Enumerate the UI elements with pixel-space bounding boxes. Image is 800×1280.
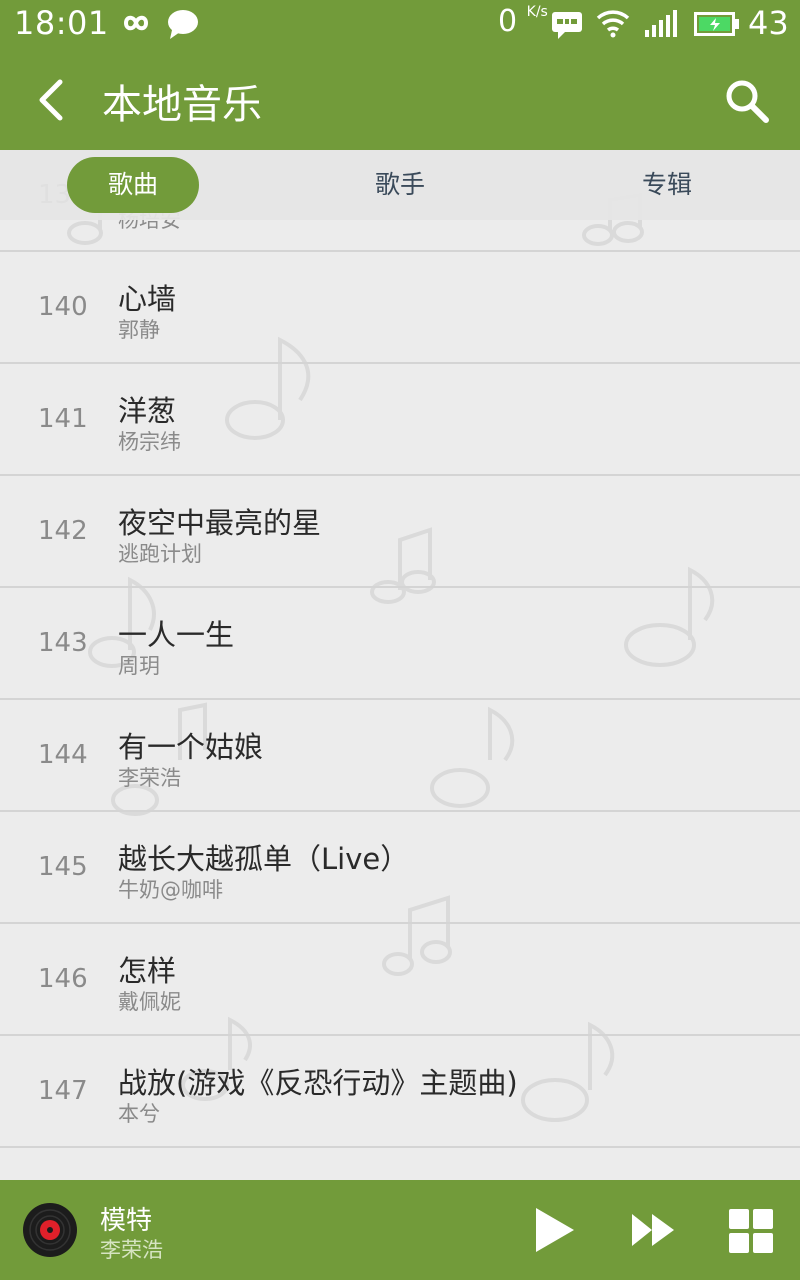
- infinity-icon: [116, 10, 156, 40]
- song-number: 143: [38, 628, 88, 658]
- song-row[interactable]: 142 夜空中最亮的星 逃跑计划: [0, 476, 800, 588]
- song-artist: 周玥: [118, 654, 160, 678]
- song-row[interactable]: 140 心墙 郭静: [0, 252, 800, 364]
- song-artist: 牛奶@咖啡: [118, 878, 223, 902]
- fast-forward-icon: [630, 1214, 676, 1252]
- song-title: 有一个姑娘: [118, 730, 264, 764]
- song-title: 夜空中最亮的星: [118, 506, 322, 540]
- song-number: 144: [38, 740, 88, 770]
- back-arrow-icon: [30, 79, 74, 128]
- mini-player[interactable]: 模特 李荣浩: [0, 1180, 800, 1280]
- battery-icon: [694, 12, 740, 40]
- song-number: 141: [38, 404, 88, 434]
- song-title: 心墙: [118, 282, 177, 316]
- album-art-button[interactable]: [22, 1202, 78, 1258]
- song-title: 最远的距离: [118, 1172, 263, 1180]
- status-bar: 18:01 0 K/s 43: [0, 0, 800, 48]
- song-row[interactable]: 143 一人一生 周玥: [0, 588, 800, 700]
- song-row[interactable]: 147 战放(游戏《反恐行动》主题曲) 本兮: [0, 1036, 800, 1148]
- song-title: 越长大越孤单（Live）: [118, 842, 410, 876]
- song-title: 战放(游戏《反恐行动》主题曲): [118, 1066, 518, 1100]
- status-time: 18:01: [14, 4, 109, 42]
- tab-songs[interactable]: 歌曲: [67, 157, 199, 213]
- song-artist: 杨宗纬: [118, 430, 181, 454]
- now-playing-artist: 李荣浩: [100, 1238, 163, 1262]
- song-row[interactable]: 148 最远的距离 陈奕: [0, 1148, 800, 1180]
- battery-level: 43: [748, 4, 789, 42]
- song-title: 一人一生: [118, 618, 235, 652]
- chat-bubble-icon: [166, 8, 200, 44]
- signal-icon: [644, 10, 680, 42]
- song-number: 145: [38, 852, 88, 882]
- network-speed: 0 K/s: [498, 4, 548, 39]
- song-row[interactable]: 141 洋葱 杨宗纬: [0, 364, 800, 476]
- song-artist: 李荣浩: [118, 766, 181, 790]
- song-row[interactable]: 146 怎样 戴佩妮: [0, 924, 800, 1036]
- play-button[interactable]: [530, 1204, 578, 1256]
- search-button[interactable]: [722, 76, 772, 126]
- song-artist: 逃跑计划: [118, 542, 202, 566]
- message-icon: [550, 10, 584, 44]
- song-artist: 郭静: [118, 318, 160, 342]
- playlist-menu-button[interactable]: [728, 1208, 774, 1254]
- tab-albums[interactable]: 专辑: [601, 157, 733, 213]
- tab-artists[interactable]: 歌手: [334, 157, 466, 213]
- song-list[interactable]: 139 杨培安 140 心墙 郭静 141 洋葱 杨宗纬 142 夜空中最亮的星…: [0, 140, 800, 1180]
- song-number: 140: [38, 292, 88, 322]
- song-number: 142: [38, 516, 88, 546]
- app-bar: 本地音乐: [0, 48, 800, 150]
- song-number: 147: [38, 1076, 88, 1106]
- song-artist: 戴佩妮: [118, 990, 181, 1014]
- song-row[interactable]: 144 有一个姑娘 李荣浩: [0, 700, 800, 812]
- song-row[interactable]: 145 越长大越孤单（Live） 牛奶@咖啡: [0, 812, 800, 924]
- search-icon: [722, 80, 772, 130]
- next-button[interactable]: [630, 1212, 676, 1248]
- disc-icon: [22, 1203, 78, 1262]
- play-icon: [530, 1208, 578, 1260]
- page-title: 本地音乐: [102, 82, 262, 128]
- grid-menu-icon: [728, 1209, 774, 1258]
- back-button[interactable]: [30, 76, 74, 124]
- now-playing-title: 模特: [100, 1206, 153, 1236]
- song-title: 洋葱: [118, 394, 177, 428]
- tab-bar: 歌曲 歌手 专辑: [0, 150, 800, 220]
- wifi-icon: [596, 8, 630, 42]
- song-title: 怎样: [118, 954, 177, 988]
- song-number: 146: [38, 964, 88, 994]
- song-artist: 本兮: [118, 1102, 160, 1126]
